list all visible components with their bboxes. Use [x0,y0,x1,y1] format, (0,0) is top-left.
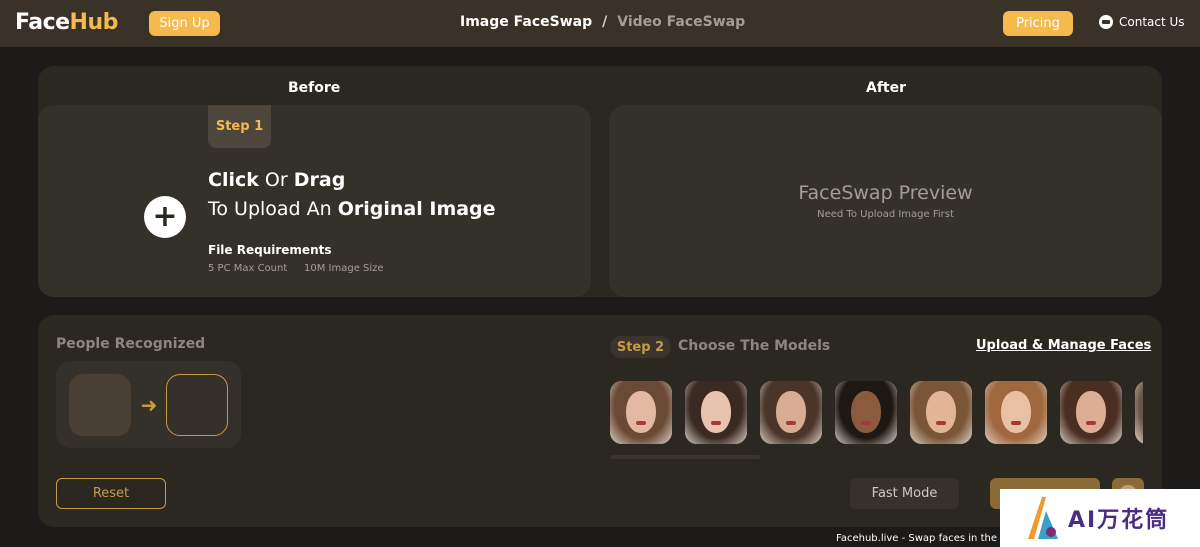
model-face-thumbnail[interactable] [685,381,747,444]
choose-models-title: Choose The Models [678,338,831,354]
plus-icon[interactable]: + [144,196,186,238]
arrow-right-icon: ➜ [140,393,158,417]
watermark: AI万花筒 [1000,489,1200,547]
step-2-badge: Step 2 [610,336,671,358]
pricing-button[interactable]: Pricing [1003,11,1073,36]
file-requirements-title: File Requirements [208,243,332,257]
nav-video-faceswap[interactable]: Video FaceSwap [617,14,745,30]
sign-up-button[interactable]: Sign Up [149,11,220,36]
max-count-requirement: 5 PC Max Count [208,263,288,274]
nav-image-faceswap[interactable]: Image FaceSwap [460,14,592,30]
model-list-scrollbar[interactable] [610,455,760,459]
top-nav-bar: FaceHub Sign Up Image FaceSwap / Video F… [0,0,1200,47]
model-face-thumbnail[interactable] [985,381,1047,444]
or-text: Or [264,169,288,191]
upload-instruction-line-2: To Upload An Original Image [208,198,496,220]
source-face-slot[interactable] [69,374,131,436]
click-text: Click [208,169,259,191]
before-title: Before [288,80,341,96]
target-face-slot[interactable] [166,374,228,436]
model-face-thumbnail[interactable] [835,381,897,444]
nav-separator: / [602,14,608,30]
image-size-requirement: 10M Image Size [304,263,384,274]
model-face-thumbnail[interactable] [760,381,822,444]
contact-us-label: Contact Us [1119,15,1185,29]
watermark-text: AI万花筒 [1068,508,1170,533]
preview-subtitle: Need To Upload Image First [817,209,954,220]
upload-instruction-line-1: Click Or Drag [208,169,345,191]
step-1-badge: Step 1 [208,105,271,148]
chat-icon [1099,15,1113,29]
model-face-thumbnail[interactable] [610,381,672,444]
contact-us-link[interactable]: Contact Us [1099,15,1185,29]
original-image-text: Original Image [337,198,496,220]
fast-mode-button[interactable]: Fast Mode [850,478,959,509]
facehub-logo[interactable]: FaceHub [15,10,118,35]
watermark-logo-icon [1028,497,1058,539]
model-face-thumbnail[interactable] [1135,381,1143,444]
people-recognized-title: People Recognized [56,336,206,352]
reset-button[interactable]: Reset [56,478,166,509]
logo-face-text: Face [15,10,70,35]
upload-manage-faces-link[interactable]: Upload & Manage Faces [976,338,1151,353]
drag-text: Drag [293,169,346,191]
model-face-thumbnail[interactable] [1060,381,1122,444]
logo-hub-text: Hub [69,10,119,35]
preview-title: FaceSwap Preview [798,182,973,204]
broken-image-alt-text: Facehub.live - Swap faces in the ima [836,533,1019,544]
after-title: After [866,80,907,96]
model-face-thumbnail[interactable] [910,381,972,444]
mode-nav: Image FaceSwap / Video FaceSwap [460,14,745,30]
model-face-list [610,381,1143,444]
to-upload-text: To Upload An [208,198,332,220]
